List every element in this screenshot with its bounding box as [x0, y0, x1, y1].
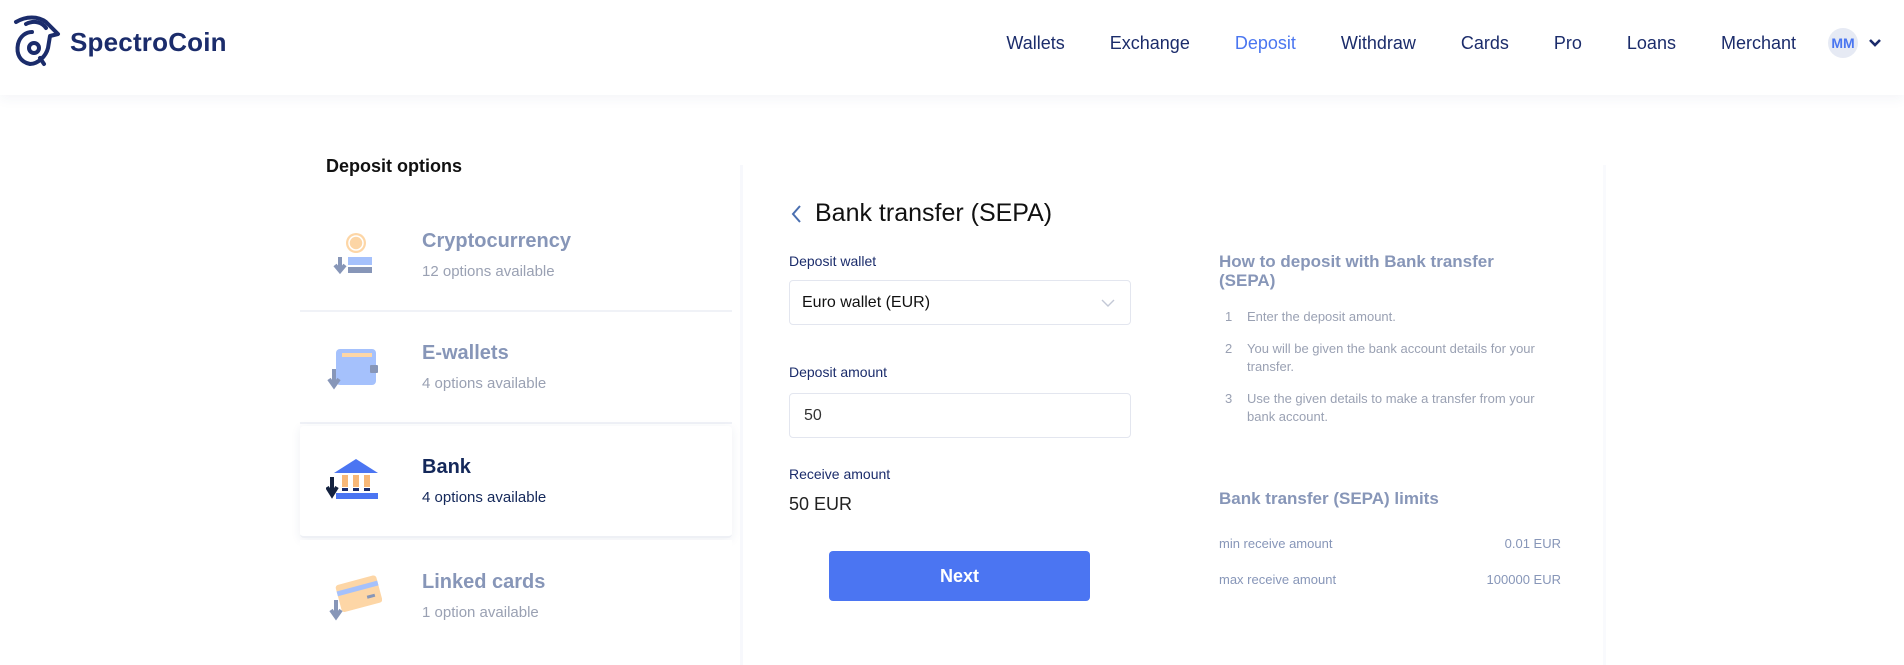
chevron-down-icon	[1101, 299, 1115, 307]
deposit-wallet-value: Euro wallet (EUR)	[802, 293, 931, 311]
deposit-options-title: Deposit options	[326, 156, 462, 176]
option-subtitle: 4 options available	[422, 489, 547, 506]
next-button[interactable]: Next	[829, 551, 1090, 601]
limit-row-max: max receive amount 100000 EUR	[1219, 572, 1561, 587]
step-text: Enter the deposit amount.	[1247, 309, 1396, 324]
crypto-deposit-icon	[333, 233, 372, 275]
option-subtitle: 1 option available	[422, 604, 539, 621]
step-number: 2	[1225, 341, 1233, 356]
howto-title: How to deposit with Bank transfer (SEPA)	[1219, 252, 1494, 290]
nav-deposit[interactable]: Deposit	[1235, 33, 1296, 54]
howto-step: 3 Use the given details to make a transf…	[1219, 390, 1539, 426]
step-number: 3	[1225, 391, 1233, 406]
option-e-wallets[interactable]: E-wallets 4 options available	[300, 312, 732, 424]
howto-step: 2 You will be given the bank account det…	[1219, 340, 1539, 376]
option-title: Bank	[422, 456, 471, 478]
user-avatar[interactable]: MM	[1828, 28, 1858, 58]
nav-loans[interactable]: Loans	[1627, 33, 1676, 54]
main-nav: Wallets Exchange Deposit Withdraw Cards …	[1006, 0, 1904, 86]
logo[interactable]: SpectroCoin	[12, 14, 227, 70]
limit-value: 0.01 EUR	[1504, 536, 1561, 551]
nav-wallets[interactable]: Wallets	[1006, 33, 1064, 54]
step-text: You will be given the bank account detai…	[1247, 341, 1535, 374]
deposit-wallet-label: Deposit wallet	[789, 253, 877, 269]
back-chevron-icon[interactable]	[789, 201, 805, 227]
option-bank[interactable]: Bank 4 options available	[300, 426, 732, 538]
nav-withdraw[interactable]: Withdraw	[1341, 33, 1416, 54]
option-title: Linked cards	[422, 571, 546, 593]
nav-cards[interactable]: Cards	[1461, 33, 1509, 54]
nav-exchange[interactable]: Exchange	[1110, 33, 1190, 54]
howto-section: How to deposit with Bank transfer (SEPA)…	[1219, 252, 1539, 426]
option-title: Cryptocurrency	[422, 230, 571, 252]
receive-amount-value: 50 EUR	[789, 494, 853, 514]
page-title: Bank transfer (SEPA)	[815, 199, 1053, 227]
ewallet-deposit-icon	[327, 349, 378, 390]
receive-amount-label: Receive amount	[789, 466, 891, 482]
step-number: 1	[1225, 309, 1233, 324]
deposit-amount-label: Deposit amount	[789, 364, 888, 380]
nav-merchant[interactable]: Merchant	[1721, 33, 1796, 54]
option-subtitle: 12 options available	[422, 263, 555, 280]
chevron-down-icon[interactable]	[1868, 36, 1882, 50]
step-text: Use the given details to make a transfer…	[1247, 391, 1535, 424]
bull-logo-icon	[14, 15, 60, 66]
card-deposit-icon	[329, 575, 382, 621]
top-header: SpectroCoin Wallets Exchange Deposit Wit…	[0, 0, 1904, 95]
limit-label: max receive amount	[1219, 572, 1337, 587]
option-linked-cards[interactable]: Linked cards 1 option available	[300, 540, 732, 652]
limit-row-min: min receive amount 0.01 EUR	[1219, 536, 1561, 551]
limits-title: Bank transfer (SEPA) limits	[1219, 489, 1439, 508]
option-cryptocurrency[interactable]: Cryptocurrency 12 options available	[300, 200, 732, 312]
nav-pro[interactable]: Pro	[1554, 33, 1582, 54]
deposit-wallet-select[interactable]: Euro wallet (EUR)	[789, 280, 1131, 325]
option-subtitle: 4 options available	[422, 375, 547, 392]
brand-name: SpectroCoin	[70, 26, 227, 57]
deposit-form-card: Bank transfer (SEPA) Deposit wallet Euro…	[740, 165, 1606, 665]
howto-step: 1 Enter the deposit amount.	[1219, 308, 1539, 326]
limit-value: 100000 EUR	[1486, 572, 1561, 587]
option-title: E-wallets	[422, 342, 509, 364]
limit-label: min receive amount	[1219, 536, 1333, 551]
deposit-amount-input[interactable]	[789, 393, 1131, 438]
bank-deposit-icon	[326, 459, 378, 499]
